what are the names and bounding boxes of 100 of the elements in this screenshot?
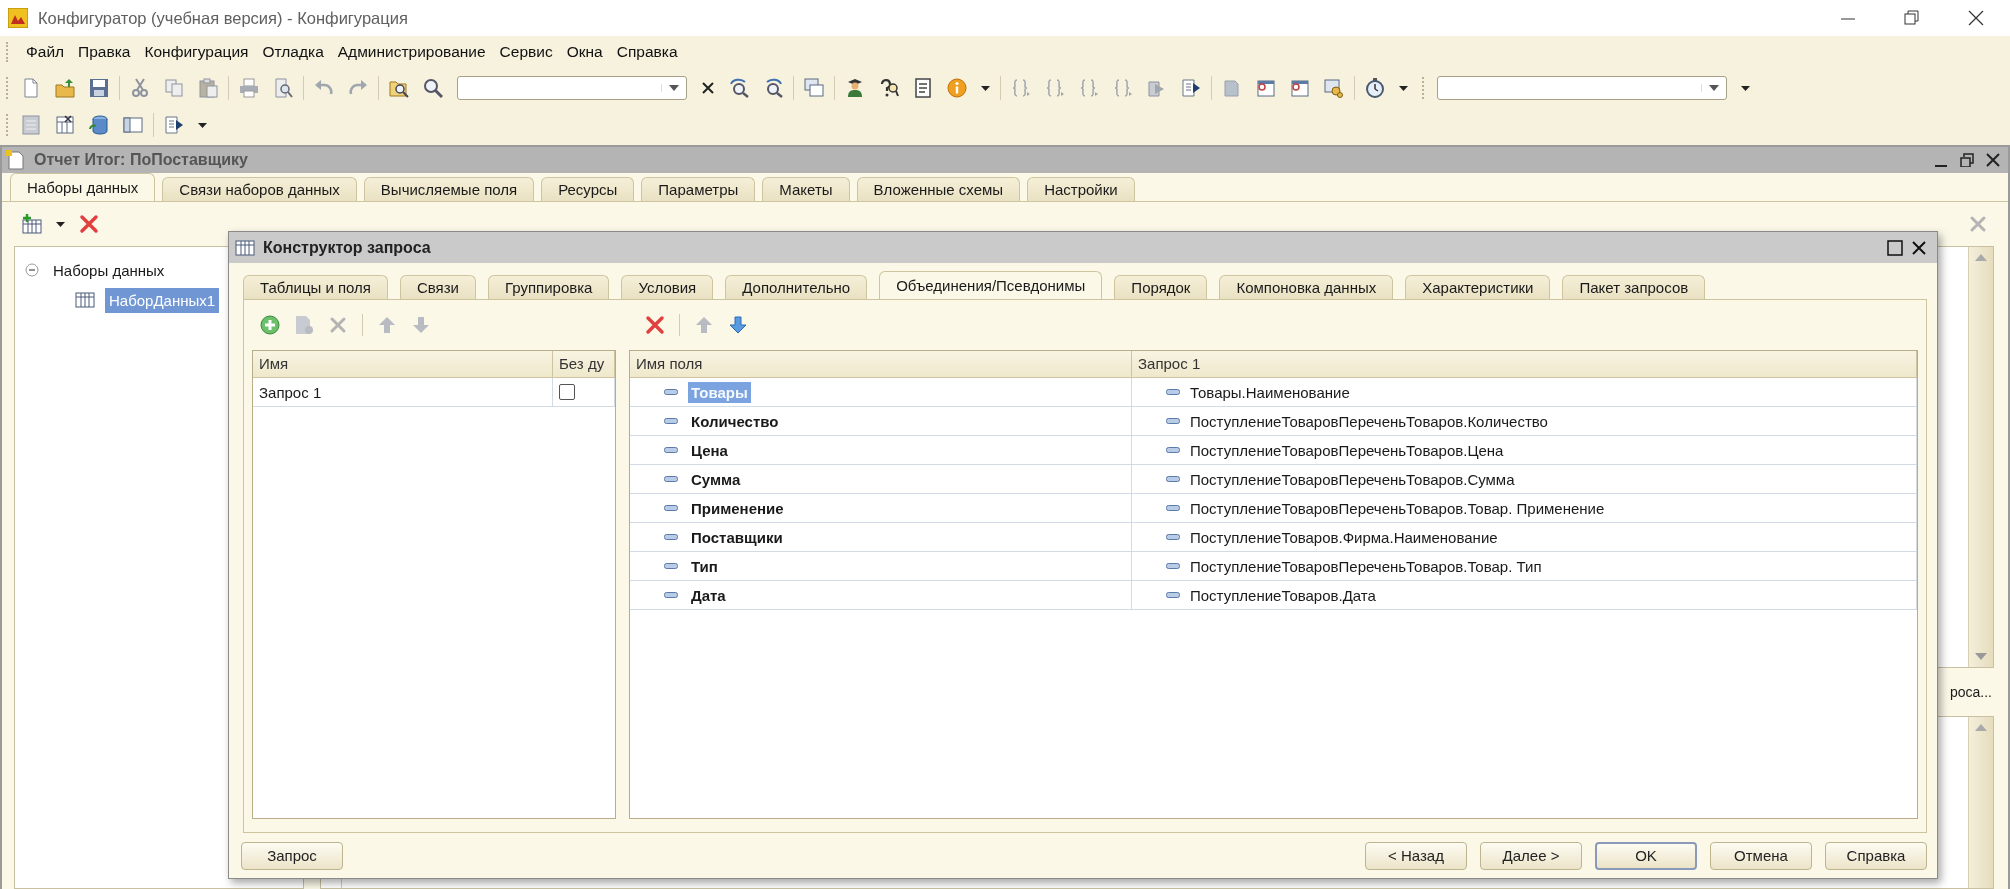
search-field[interactable] [457, 76, 687, 100]
copy-icon[interactable] [164, 78, 184, 98]
panel-icon[interactable] [123, 115, 143, 135]
person-icon[interactable] [845, 78, 865, 98]
window-icon[interactable] [1290, 78, 1310, 98]
tab[interactable]: Дополнительно [725, 275, 868, 299]
scrollbar[interactable] [1968, 247, 1993, 667]
add-table-icon[interactable] [22, 214, 42, 234]
document-list-icon[interactable] [913, 78, 933, 98]
toolbar-grip[interactable] [6, 42, 11, 62]
column-header[interactable]: Без ду [553, 351, 615, 377]
collapse-toggle-icon[interactable] [25, 263, 39, 277]
window-icon[interactable] [1256, 78, 1276, 98]
field-name[interactable]: Поставщики [688, 526, 786, 548]
menu-item[interactable]: Справка [609, 40, 685, 64]
clear-icon[interactable] [701, 81, 715, 95]
caret-icon[interactable] [198, 122, 207, 128]
brace-arrow-icon[interactable] [1113, 78, 1133, 98]
delete-icon[interactable] [1968, 214, 1988, 234]
table-delete-icon[interactable] [55, 115, 75, 135]
menu-item[interactable]: Администрирование [330, 40, 493, 64]
tab[interactable]: Порядок [1114, 275, 1208, 299]
scissors-icon[interactable] [130, 78, 150, 98]
form-icon[interactable] [21, 115, 41, 135]
checkbox[interactable] [559, 384, 575, 400]
menu-item[interactable]: Окна [559, 40, 610, 64]
restore-icon[interactable] [1960, 153, 1974, 167]
windows-icon[interactable] [804, 78, 824, 98]
tab[interactable]: Ресурсы [541, 177, 635, 201]
new-document-icon[interactable] [21, 78, 41, 98]
tab[interactable]: Характеристики [1405, 275, 1551, 299]
cancel-button[interactable]: Отмена [1710, 841, 1812, 870]
field-name[interactable]: Тип [688, 555, 721, 577]
scroll-up-icon[interactable] [1975, 723, 1987, 732]
page-icon[interactable] [1222, 78, 1242, 98]
dropdown-arrow-icon[interactable] [1701, 84, 1720, 92]
tab[interactable]: Макеты [762, 177, 850, 201]
tab[interactable]: Вложенные схемы [856, 177, 1021, 201]
field-name[interactable]: Применение [688, 497, 787, 519]
scrollbar[interactable] [1968, 717, 1993, 888]
tab[interactable]: Группировка [488, 275, 610, 299]
caret-icon[interactable] [981, 85, 990, 91]
close-icon[interactable] [1968, 10, 1984, 26]
column-header[interactable]: Запрос 1 [1132, 351, 1917, 377]
toolbar-grip[interactable] [1422, 77, 1427, 99]
save-icon[interactable] [89, 78, 109, 98]
combo-field[interactable] [1437, 76, 1727, 100]
page-run-icon[interactable] [1181, 78, 1201, 98]
toolbar-grip[interactable] [6, 114, 11, 136]
caret-icon[interactable] [56, 221, 65, 227]
add-icon[interactable] [260, 315, 280, 335]
menu-item[interactable]: Файл [19, 40, 72, 64]
tree-item[interactable]: Наборы данных [49, 257, 169, 283]
tab[interactable]: Связи [400, 275, 476, 299]
dropdown-arrow-icon[interactable] [661, 84, 680, 92]
find-next-icon[interactable] [729, 78, 749, 98]
gears-icon[interactable] [1324, 78, 1344, 98]
ok-button[interactable]: OK [1595, 841, 1697, 870]
restore-icon[interactable] [1904, 10, 1920, 26]
scroll-down-icon[interactable] [1975, 652, 1987, 661]
menu-item[interactable]: Отладка [255, 40, 331, 64]
column-header[interactable]: Имя [253, 351, 553, 377]
tab[interactable]: Связи наборов данных [162, 177, 357, 201]
brace-arrow-icon[interactable] [1045, 78, 1065, 98]
toolbar-grip[interactable] [6, 77, 11, 99]
stopwatch-icon[interactable] [1365, 78, 1385, 98]
move-down-icon[interactable] [728, 315, 748, 335]
scroll-up-icon[interactable] [1975, 253, 1987, 262]
column-header[interactable]: Имя поля [630, 351, 1132, 377]
menu-item[interactable]: Конфигурация [137, 40, 256, 64]
back-button[interactable]: < Назад [1365, 841, 1467, 870]
table-cell[interactable]: Запрос 1 [253, 378, 553, 406]
tab[interactable]: Компоновка данных [1219, 275, 1394, 299]
database-icon[interactable] [89, 115, 109, 135]
delete-icon[interactable] [645, 315, 665, 335]
tab[interactable]: Параметры [641, 177, 756, 201]
delete-icon[interactable] [79, 214, 99, 234]
print-preview-icon[interactable] [273, 78, 293, 98]
maximize-icon[interactable] [1887, 239, 1903, 256]
page-run-icon[interactable] [164, 115, 184, 135]
printer-icon[interactable] [239, 78, 259, 98]
field-name[interactable]: Количество [688, 410, 782, 432]
help-search-icon[interactable] [879, 78, 899, 98]
tab[interactable]: Настройки [1027, 177, 1135, 201]
brace-arrow-icon[interactable] [1011, 78, 1031, 98]
caret-icon[interactable] [1741, 85, 1750, 91]
tab[interactable]: Вычисляемые поля [363, 177, 535, 201]
tab[interactable]: Условия [621, 275, 714, 299]
menu-item[interactable]: Правка [71, 40, 138, 64]
folder-icon[interactable] [55, 78, 75, 98]
tab[interactable]: Объединения/Псевдонимы [879, 271, 1103, 299]
delete-icon[interactable] [328, 315, 348, 335]
tab[interactable]: Пакет запросов [1562, 275, 1706, 299]
next-button[interactable]: Далее > [1480, 841, 1582, 870]
field-name[interactable]: Дата [688, 584, 729, 606]
menu-item[interactable]: Сервис [492, 40, 560, 64]
field-name[interactable]: Цена [688, 439, 731, 461]
help-button[interactable]: Справка [1825, 841, 1927, 870]
tab[interactable]: Наборы данных [10, 173, 156, 201]
clipboard-icon[interactable] [198, 78, 218, 98]
